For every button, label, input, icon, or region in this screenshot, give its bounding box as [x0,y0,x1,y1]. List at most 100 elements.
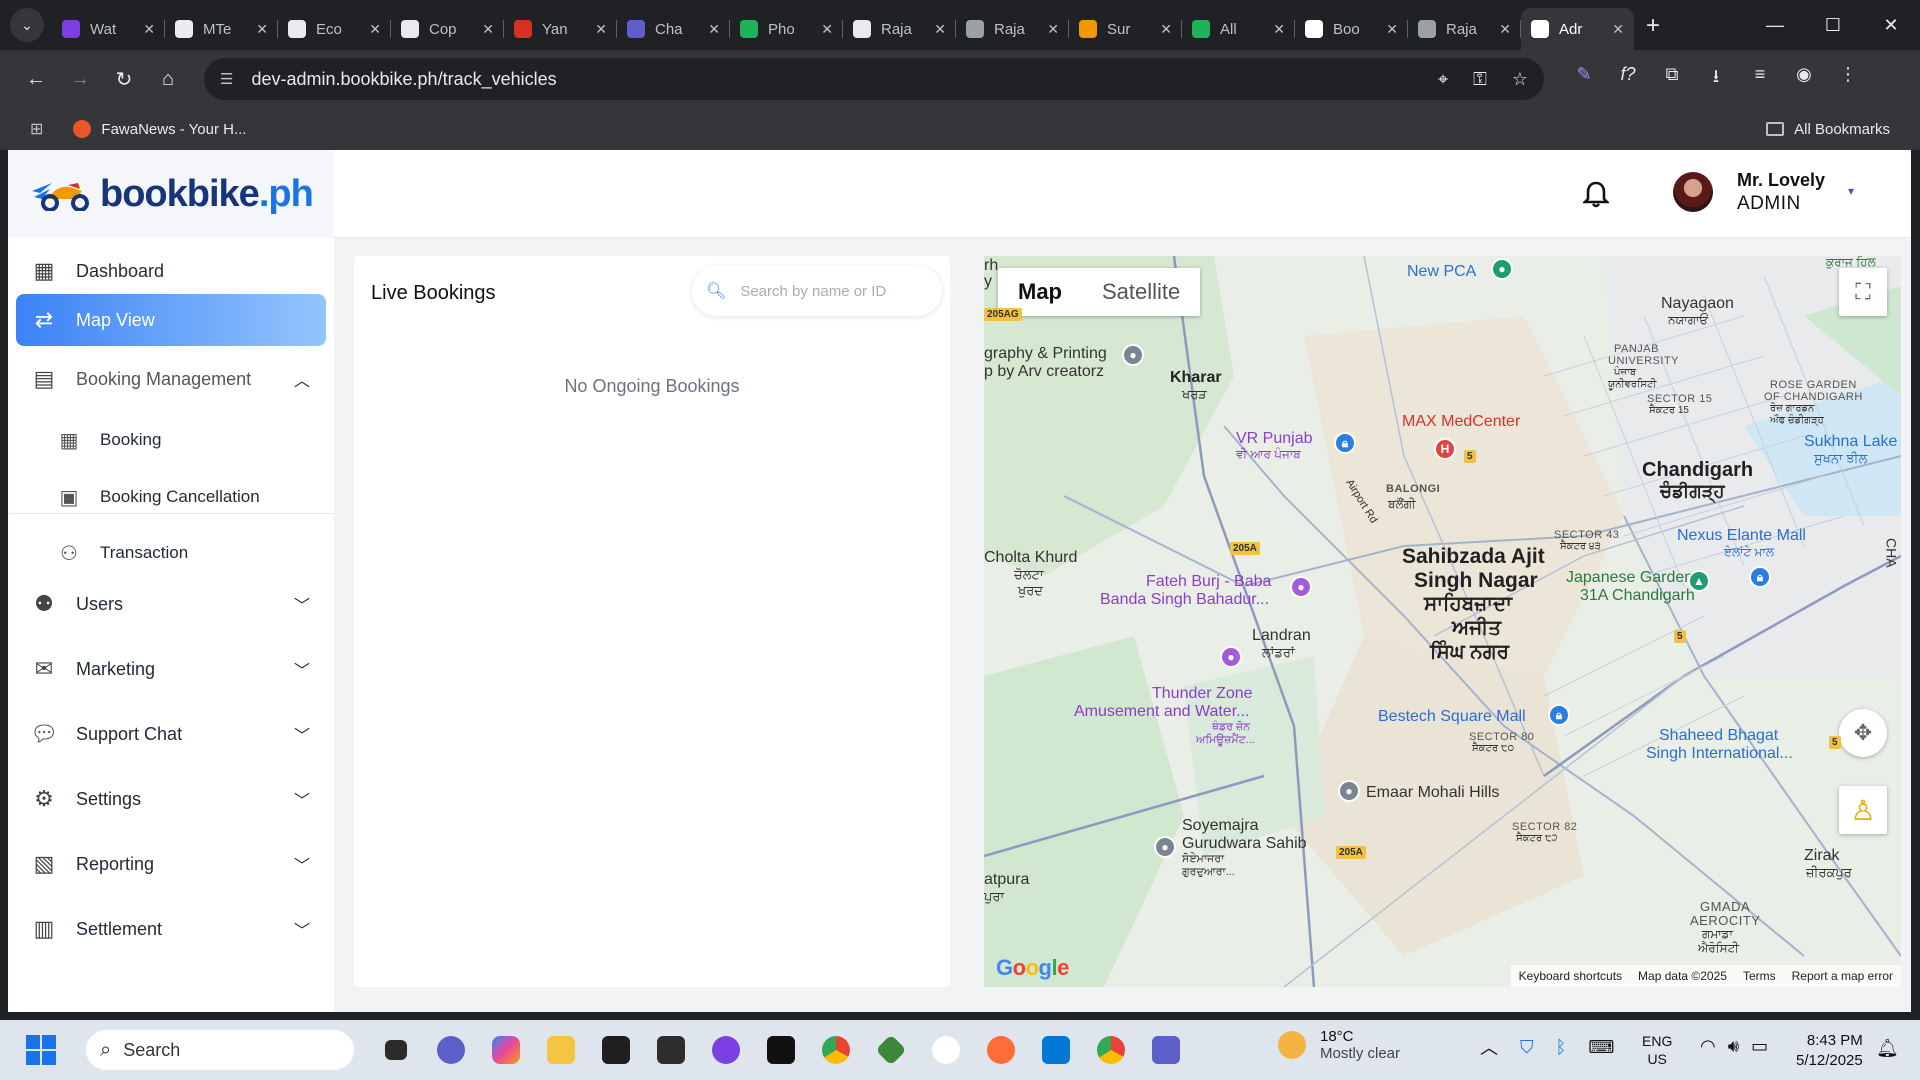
sidebar-item-support-chat[interactable]: 💬︎ Support Chat ﹀ [16,708,326,760]
sidebar-item-reporting[interactable]: ▧ Reporting ﹀ [16,838,326,890]
sidebar-item-users[interactable]: ⚉ Users ﹀ [16,578,326,630]
download-icon[interactable]: ⭳ [1694,64,1738,94]
attraction-pin-icon[interactable]: ● [1220,646,1242,668]
password-key-icon[interactable]: ⚿ [1473,69,1487,89]
maximize-button[interactable]: ☐ [1804,0,1862,50]
map-view[interactable]: Map Satellite ⛶ ✥ ♙ rh y ਕੁਰਾਜ ਹਿਲ 205AG… [984,256,1901,987]
browser-tab[interactable]: Sur ✕ [1069,8,1182,50]
language-indicator[interactable]: ENG US [1642,1032,1672,1068]
sidebar-subitem-booking-cancellation[interactable]: ▣ Booking Cancellation [56,475,260,519]
sidebar-item-marketing[interactable]: ✉ Marketing ﹀ [16,643,326,695]
logo[interactable]: bookbike.ph [8,150,334,238]
mongodb-icon[interactable] [918,1028,973,1072]
teams-icon[interactable] [1138,1028,1193,1072]
shopping-pin-icon[interactable]: 🔒︎ [1749,566,1771,588]
hospital-pin-icon[interactable]: H [1434,438,1456,460]
browser-tab[interactable]: Raja ✕ [843,8,956,50]
apps-grid-icon[interactable]: ⊞ [30,119,43,139]
extensions-puzzle-icon[interactable]: ⧉ [1650,64,1694,94]
start-button-windows-icon[interactable] [26,1035,56,1065]
keyboard-icon[interactable]: ⌨ [1588,1037,1614,1058]
copilot-icon[interactable] [478,1028,533,1072]
camera-control-icon[interactable]: ✥ [1839,709,1887,757]
sidebar-item-map-view[interactable]: ⇄ Map View [16,294,326,346]
map-type-satellite-button[interactable]: Satellite [1082,268,1200,316]
terms-link[interactable]: Terms [1735,969,1784,983]
sidebar-subitem-transaction[interactable]: ⚇ Transaction [56,531,188,575]
report-map-error-link[interactable]: Report a map error [1784,969,1901,983]
tab-close-icon[interactable]: ✕ [1273,21,1285,38]
browser-menu-icon[interactable]: ⋮ [1826,64,1870,94]
browser-tab[interactable]: Adr ✕ [1521,8,1634,50]
browser-tab[interactable]: Yan ✕ [504,8,617,50]
booking-search-input[interactable] [740,282,911,300]
sidebar-item-settings[interactable]: ⚙ Settings ﹀ [16,773,326,825]
park-pin-icon[interactable]: ▲ [1688,570,1710,592]
reload-button[interactable]: ↻ [102,67,146,92]
tab-close-icon[interactable]: ✕ [1612,21,1624,38]
taskbar-search[interactable]: ⌕ Search [86,1030,354,1070]
media-queue-icon[interactable]: ≡ [1738,64,1782,94]
profile-avatar-icon[interactable]: ◉ [1782,64,1826,94]
vscode-icon[interactable] [1028,1028,1083,1072]
all-bookmarks-button[interactable]: All Bookmarks [1766,121,1890,138]
shopping-pin-icon[interactable]: 🔒︎ [1548,704,1570,726]
location-icon[interactable]: ⌖ [1438,69,1448,89]
browser-tab[interactable]: Eco ✕ [278,8,391,50]
notification-bell-icon[interactable] [1583,180,1609,208]
site-info-icon[interactable]: ☰ [220,70,233,88]
tab-close-icon[interactable]: ✕ [934,21,946,38]
defender-shield-icon[interactable]: ⛉ [1520,1037,1534,1058]
browser-tab[interactable]: Boo ✕ [1295,8,1408,50]
place-pin-icon[interactable]: ● [1122,344,1144,366]
chrome-icon[interactable] [808,1028,863,1072]
extension-feather-icon[interactable]: ✎ [1562,64,1606,94]
tab-close-icon[interactable]: ✕ [595,21,607,38]
tab-close-icon[interactable]: ✕ [1160,21,1172,38]
address-bar[interactable]: ☰ dev-admin.bookbike.ph/track_vehicles ⌖… [204,58,1544,100]
github-desktop-icon[interactable] [698,1028,753,1072]
figma-icon[interactable] [588,1028,643,1072]
meet-icon[interactable] [423,1028,478,1072]
tab-close-icon[interactable]: ✕ [143,21,155,38]
sidebar-item-dashboard[interactable]: ▦ Dashboard [16,245,326,297]
browser-tab[interactable]: Raja ✕ [1408,8,1521,50]
notification-center-bell-icon[interactable]: 🔔︎ [1876,1038,1899,1059]
weather-widget[interactable]: 18°C Mostly clear [1278,1028,1400,1062]
task-view-icon[interactable] [368,1028,423,1072]
close-window-button[interactable]: ✕ [1862,0,1920,50]
bookmark-star-icon[interactable]: ☆ [1512,69,1528,89]
browser-tab[interactable]: Wat ✕ [52,8,165,50]
browser-tab[interactable]: All ✕ [1182,8,1295,50]
tab-close-icon[interactable]: ✕ [482,21,494,38]
intellij-icon[interactable] [753,1028,808,1072]
new-tab-button[interactable]: + [1646,12,1660,40]
tab-close-icon[interactable]: ✕ [1386,21,1398,38]
place-pin-icon[interactable]: ● [1154,836,1176,858]
minimize-button[interactable]: — [1746,0,1804,50]
chevron-up-icon[interactable]: ︿ [1480,1034,1498,1060]
chrome-active-icon[interactable] [1083,1028,1138,1072]
quick-settings[interactable]: ◠ 🔊︎ ▭ [1700,1036,1780,1057]
browser-tab[interactable]: Pho ✕ [730,8,843,50]
sidebar-subitem-booking[interactable]: ▦ Booking [56,418,162,462]
place-pin-icon[interactable]: ● [1491,258,1513,280]
shopping-pin-icon[interactable]: 🔒︎ [1334,432,1356,454]
tab-close-icon[interactable]: ✕ [821,21,833,38]
back-button[interactable]: ← [14,68,58,91]
sidebar-item-booking-management[interactable]: ▤ Booking Management ︿ [16,353,326,405]
bookmark-fawanews[interactable]: FawaNews - Your H... [73,120,246,138]
browser-tab[interactable]: Cop ✕ [391,8,504,50]
browser-tab[interactable]: Raja ✕ [956,8,1069,50]
file-explorer-icon[interactable] [533,1028,588,1072]
tab-close-icon[interactable]: ✕ [1499,21,1511,38]
tab-close-icon[interactable]: ✕ [256,21,268,38]
keyboard-shortcuts-link[interactable]: Keyboard shortcuts [1511,969,1630,983]
place-pin-icon[interactable]: ● [1338,780,1360,802]
fullscreen-icon[interactable]: ⛶ [1839,268,1887,316]
tab-close-icon[interactable]: ✕ [369,21,381,38]
browser-tab[interactable]: Cha ✕ [617,8,730,50]
postman-icon[interactable] [973,1028,1028,1072]
bluetooth-icon[interactable]: ᛒ [1556,1037,1567,1058]
sidebar-item-settlement[interactable]: ▥ Settlement ﹀ [16,903,326,955]
